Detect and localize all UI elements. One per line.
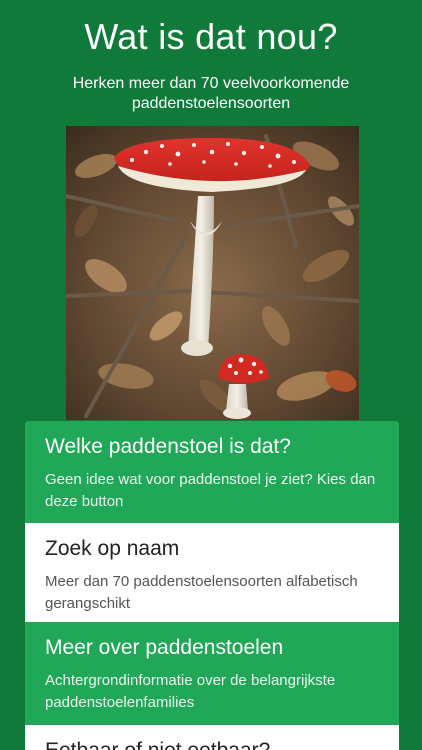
page-title: Wat is dat nou?: [84, 16, 338, 57]
menu-item-identify[interactable]: Welke paddenstoel is dat? Geen idee wat …: [25, 421, 399, 523]
mushroom-volva: [181, 340, 213, 356]
menu-item-description: Achtergrondinformatie over de belangrijk…: [45, 672, 336, 711]
main-menu: Welke paddenstoel is dat? Geen idee wat …: [25, 421, 399, 750]
menu-item-title: Eetbaar of niet eetbaar?: [45, 737, 379, 750]
app-screen: Wat is dat nou? Herken meer dan 70 veelv…: [0, 0, 422, 750]
menu-item-description: Geen idee wat voor paddenstoel je ziet? …: [45, 471, 376, 510]
page-subtitle: Herken meer dan 70 veelvoorkomende padde…: [72, 75, 350, 112]
menu-item-title: Welke paddenstoel is dat?: [45, 435, 291, 458]
menu-item-edible[interactable]: Eetbaar of niet eetbaar?: [25, 725, 399, 750]
menu-item-description: Meer dan 70 paddenstoelensoorten alfabet…: [45, 573, 358, 612]
small-mushroom-stem: [226, 384, 248, 411]
mushroom-photo: [66, 126, 359, 420]
menu-item-title: Zoek op naam: [45, 537, 180, 560]
menu-item-search-by-name[interactable]: Zoek op naam Meer dan 70 paddenstoelenso…: [25, 523, 399, 622]
menu-item-more-about[interactable]: Meer over paddenstoelen Achtergrondinfor…: [25, 622, 399, 725]
small-mushroom-base: [223, 407, 251, 419]
menu-item-title: Meer over paddenstoelen: [45, 636, 284, 659]
